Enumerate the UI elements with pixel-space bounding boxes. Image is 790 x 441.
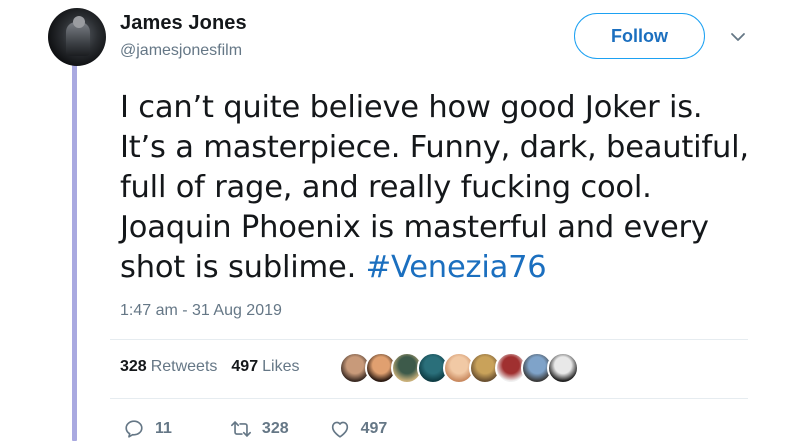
divider	[110, 339, 748, 340]
likes-label[interactable]: Likes	[262, 358, 299, 376]
avatar-head	[73, 16, 85, 28]
tweet-line: Joaquin Phoenix is masterful and every	[120, 210, 709, 245]
retweets-label[interactable]: Retweets	[151, 358, 218, 376]
chevron-down-icon[interactable]	[729, 28, 747, 46]
tweet-line: It’s a masterpiece. Funny, dark, beautif…	[120, 130, 749, 165]
author-name[interactable]: James Jones	[120, 12, 247, 35]
reply-icon	[125, 420, 143, 438]
retweet-count: 328	[261, 420, 289, 437]
reply-action[interactable]: 11	[123, 418, 172, 440]
like-action[interactable]: 497	[329, 418, 388, 440]
timestamp[interactable]: 1:47 am - 31 Aug 2019	[120, 302, 282, 320]
liker-avatar[interactable]	[547, 352, 579, 384]
thread-line	[72, 60, 77, 441]
retweet-icon	[230, 421, 251, 437]
like-count: 497	[360, 420, 388, 437]
hashtag-link[interactable]: #Venezia76	[366, 250, 547, 285]
author-handle[interactable]: @jamesjonesfilm	[120, 42, 242, 60]
heart-icon	[331, 421, 348, 438]
likes-count[interactable]: 497	[231, 358, 258, 376]
reply-count: 11	[155, 420, 172, 437]
tweet-last-line: shot is sublime. #Venezia76	[120, 248, 760, 288]
action-bar: 11 328 497	[120, 418, 387, 440]
tweet-line: full of rage, and really fucking cool.	[120, 170, 652, 205]
tweet-text: I can’t quite believe how good Joker is.…	[120, 88, 760, 288]
retweets-count[interactable]: 328	[120, 358, 147, 376]
retweet-action[interactable]: 328	[230, 418, 289, 440]
tweet-line: shot is sublime.	[120, 250, 366, 285]
avatar[interactable]	[48, 8, 106, 66]
engagement-stats: 328 Retweets 497 Likes	[120, 358, 309, 376]
tweet-line: I can’t quite believe how good Joker is.	[120, 90, 703, 125]
divider	[110, 398, 748, 399]
follow-button[interactable]: Follow	[574, 13, 705, 59]
liker-avatars	[339, 352, 579, 384]
